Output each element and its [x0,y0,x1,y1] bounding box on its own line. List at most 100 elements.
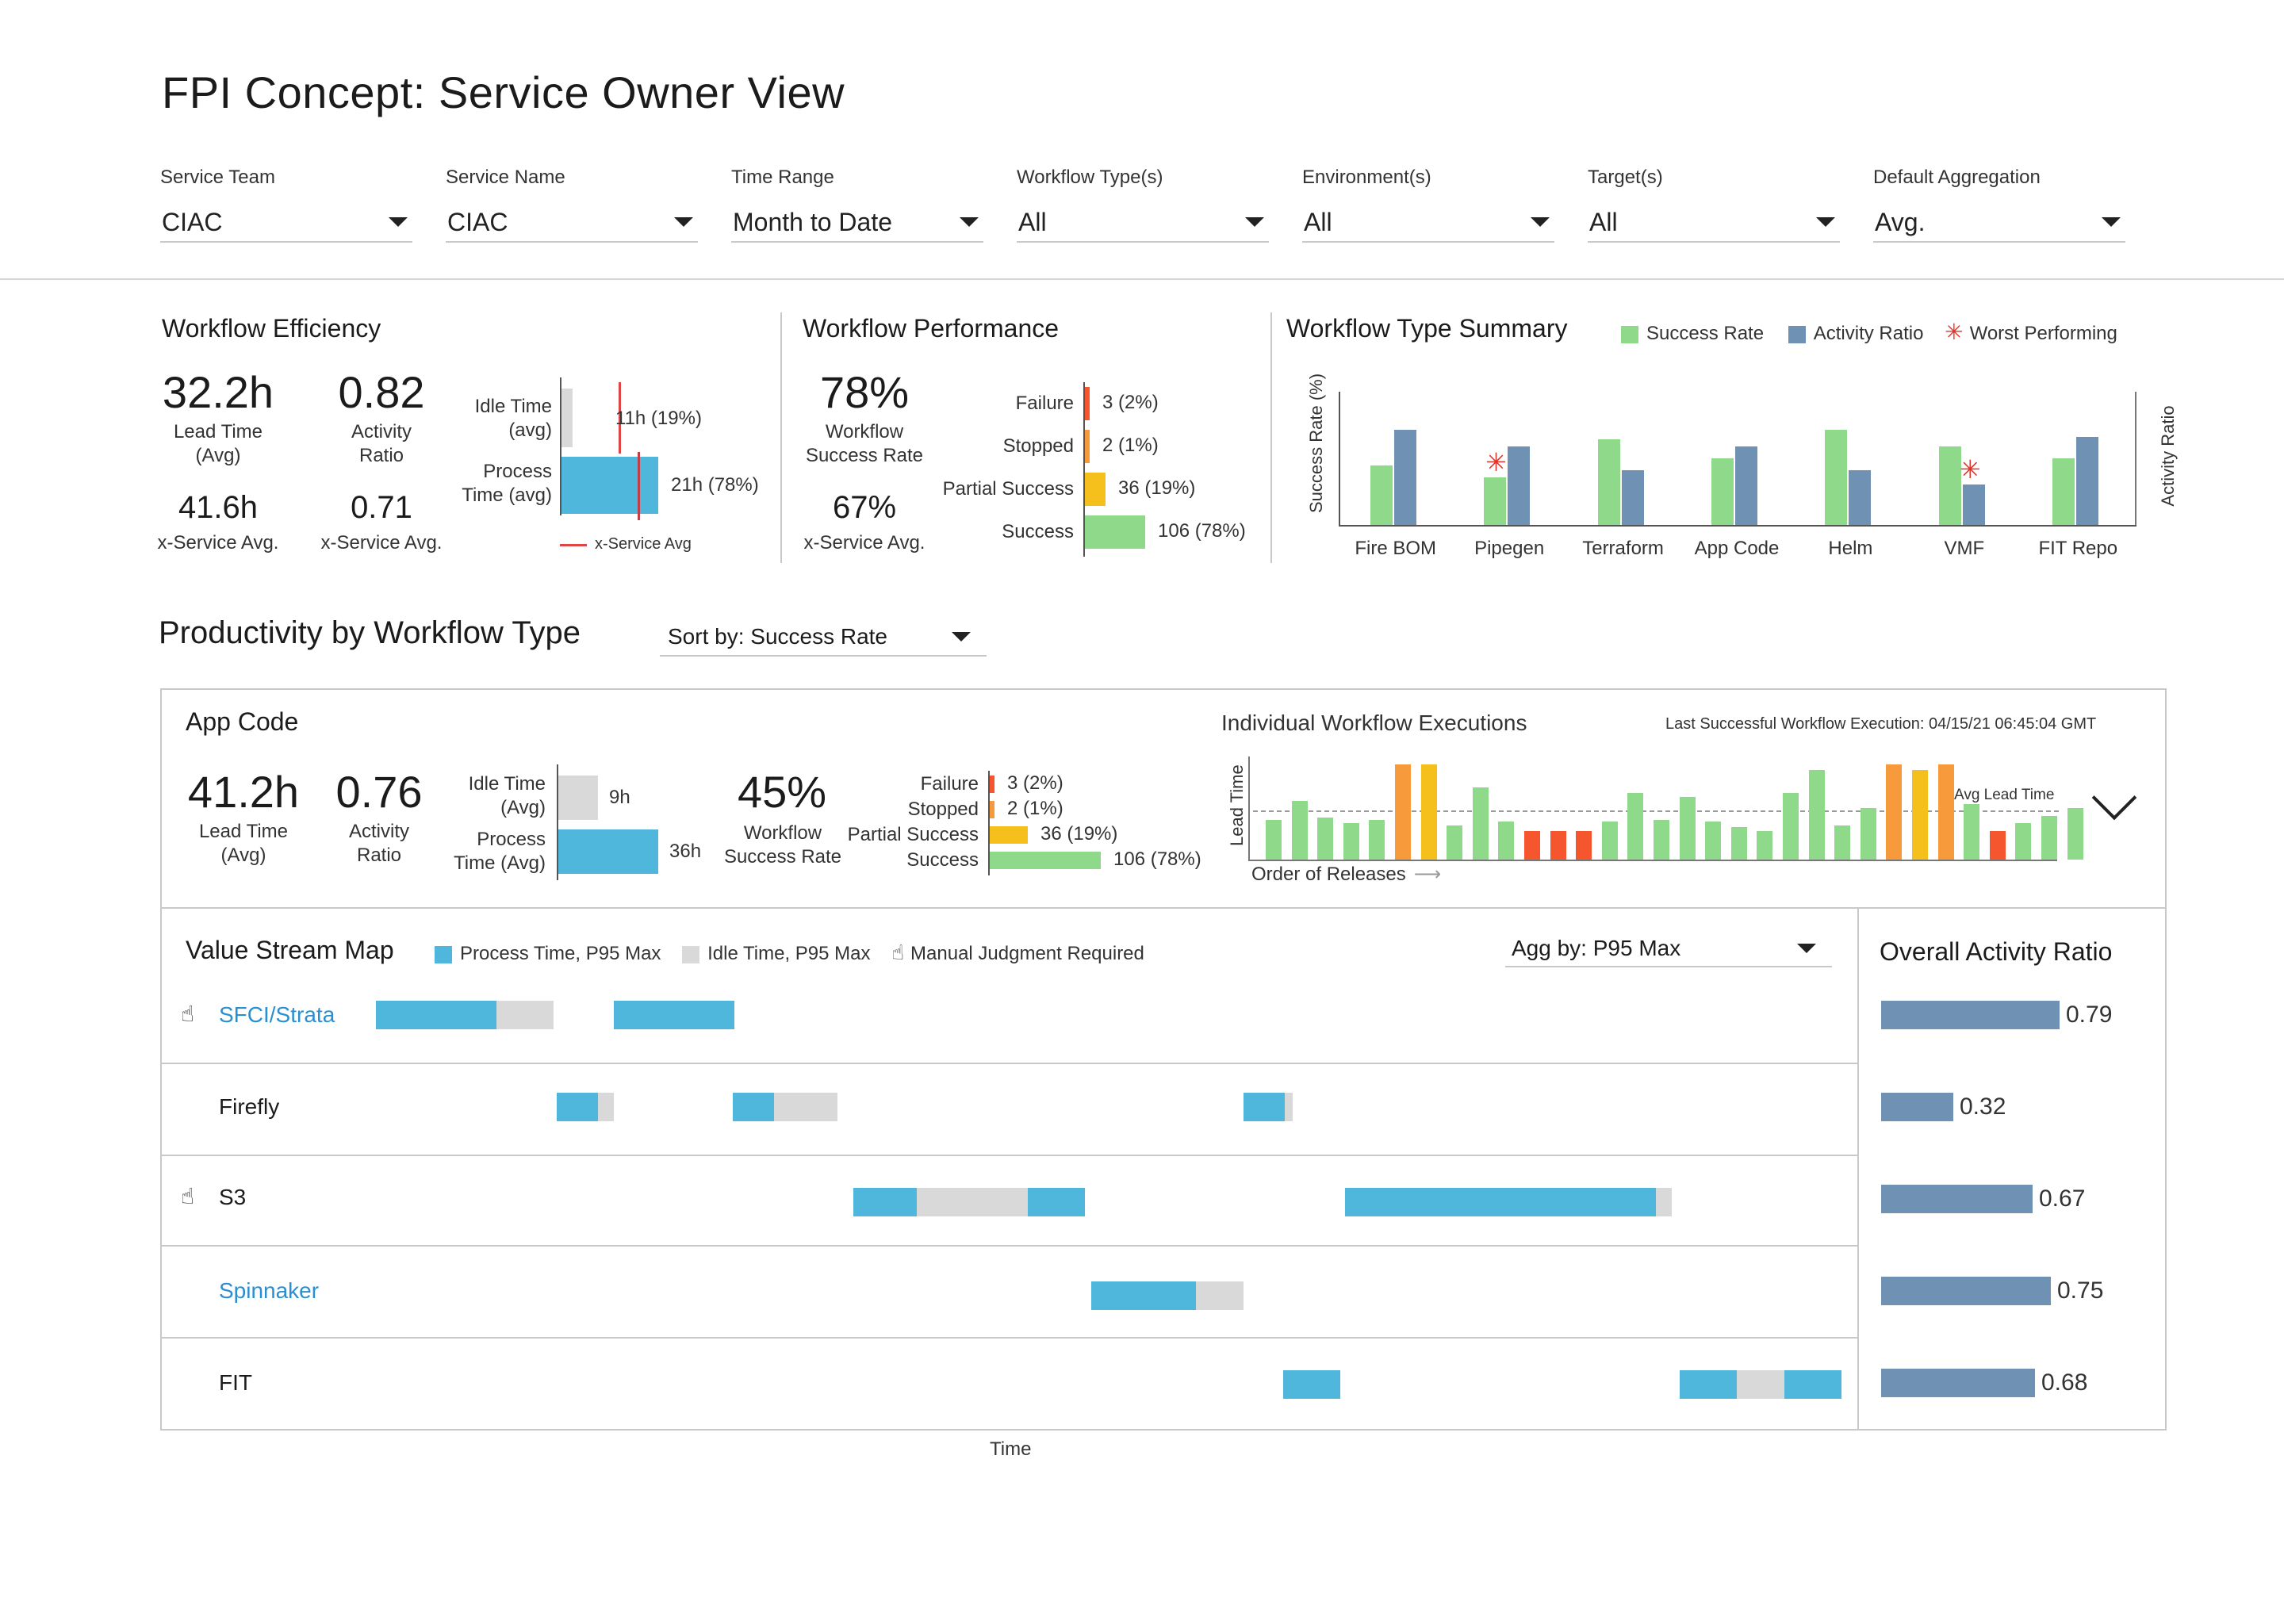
process-segment[interactable] [853,1188,917,1216]
bar-label: Partial Success [847,824,979,845]
workflow-types-select[interactable]: All [1017,203,1269,243]
filter-workflow-types[interactable]: Workflow Type(s) All [1017,167,1269,243]
execution-bar [1705,822,1721,860]
execution-bar [2015,823,2031,860]
activity-ratio-value: 0.75 [2057,1277,2104,1304]
chevron-down-icon[interactable] [952,632,971,642]
activity-ratio-bar [1735,446,1757,525]
select-value: All [1018,207,1047,236]
chevron-down-icon[interactable] [2102,217,2121,227]
idle-segment[interactable] [774,1093,837,1121]
filter-default-aggregation[interactable]: Default Aggregation Avg. [1873,167,2125,243]
idle-segment[interactable] [598,1093,614,1121]
process-segment[interactable] [1091,1281,1196,1310]
execution-bar [1627,793,1643,860]
filter-time-range[interactable]: Time Range Month to Date [731,167,983,243]
bar-value: 36 (19%) [1118,477,1196,499]
targets-select[interactable]: All [1588,203,1840,243]
x-service-lead-time: 41.6h [178,490,259,525]
environments-select[interactable]: All [1302,203,1554,243]
panel-divider [1857,907,1859,1431]
x-service-legend-line [560,544,587,546]
hand-pointer-icon: ☝ [181,1184,195,1208]
execution-bar [1783,793,1799,860]
app-activity-ratio-value: 0.76 [335,767,423,817]
outcome-bar [990,801,994,818]
service-team-select[interactable]: CIAC [160,203,412,243]
idle-segment[interactable] [1285,1093,1293,1121]
activity-ratio-value: 0.79 [2066,1002,2113,1028]
process-segment[interactable] [557,1093,598,1121]
legend-success-label: Success Rate [1646,323,1765,344]
process-segment[interactable] [733,1093,774,1121]
process-segment[interactable] [1028,1188,1085,1216]
row-label-sfci-strata[interactable]: SFCI/Strata [219,1002,335,1028]
process-segment[interactable] [1283,1370,1340,1399]
success-rate-bar [1711,458,1734,525]
activity-ratio-bar [1881,1277,2051,1305]
activity-ratio-value: 0.82 [338,367,425,417]
chevron-down-icon[interactable] [389,217,408,227]
lead-time-label: Lead Time (Avg) [173,421,263,466]
process-time-swatch [435,945,452,963]
row-label-s3: S3 [219,1185,247,1209]
legend-worst-label: Worst Performing [1969,323,2117,344]
activity-ratio-bar [1881,1369,2035,1397]
select-value: Avg. [1875,207,1926,236]
executions-y-axis [1248,756,1250,861]
chevron-down-icon[interactable] [1816,217,1835,227]
process-time-label: Process Time (avg) [462,461,552,506]
success-rate-bar [1938,446,1961,525]
overall-activity-title: Overall Activity Ratio [1880,937,2113,966]
service-name-select[interactable]: CIAC [446,203,698,243]
chevron-down-icon[interactable] [674,217,693,227]
idle-segment[interactable] [496,1001,554,1029]
type-summary-legend: Success Rate Activity Ratio ✳ Worst Perfo… [1621,319,2117,345]
row-divider [162,1063,1857,1064]
idle-segment[interactable] [1196,1281,1244,1310]
activity-ratio-bar [1881,1093,1953,1121]
category-label: Terraform [1582,538,1664,559]
filter-service-team[interactable]: Service Team CIAC [160,167,412,243]
process-segment[interactable] [1244,1093,1285,1121]
select-value: All [1589,207,1618,236]
outcome-bar [1085,473,1106,506]
filter-label: Default Aggregation [1873,167,2041,188]
bar-label: Success [906,849,979,871]
app-process-label: Process Time (Avg) [453,829,546,874]
chevron-down-icon[interactable] [1245,217,1264,227]
idle-segment[interactable] [917,1188,1028,1216]
x-service-activity-label: x-Service Avg. [320,532,443,553]
row-divider [162,1245,1857,1247]
x-service-lead-label: x-Service Avg. [157,532,279,553]
category-label: Helm [1828,538,1873,559]
outcome-bar [990,826,1028,844]
filter-service-name[interactable]: Service Name CIAC [446,167,698,243]
chevron-down-icon[interactable] [1531,217,1550,227]
outcome-bar [1085,430,1090,463]
filter-environments[interactable]: Environment(s) All [1302,167,1554,243]
y-axis-left-label: Success Rate (%) [1306,373,1326,513]
default-aggregation-select[interactable]: Avg. [1873,203,2125,243]
filter-targets[interactable]: Target(s) All [1588,167,1840,243]
idle-segment[interactable] [1656,1188,1672,1216]
process-segment[interactable] [1784,1370,1841,1399]
idle-segment[interactable] [1737,1370,1784,1399]
process-segment[interactable] [376,1001,496,1029]
chevron-down-icon[interactable] [960,217,979,227]
x-service-marker [638,452,640,520]
process-segment[interactable] [614,1001,734,1029]
row-label-spinnaker[interactable]: Spinnaker [219,1278,319,1304]
sort-select[interactable]: Sort by: Success Rate [660,619,987,657]
filter-label: Service Name [446,167,565,188]
section-divider [780,312,782,563]
chevron-down-icon[interactable] [1797,944,1816,953]
filter-label: Target(s) [1588,167,1663,188]
activity-ratio-bar [1881,1001,2060,1029]
activity-ratio-bar [1962,485,1985,525]
execution-bar [1602,822,1618,860]
time-range-select[interactable]: Month to Date [731,203,983,243]
process-segment[interactable] [1680,1370,1737,1399]
agg-select[interactable]: Agg by: P95 Max [1505,931,1832,967]
process-segment[interactable] [1345,1188,1656,1216]
